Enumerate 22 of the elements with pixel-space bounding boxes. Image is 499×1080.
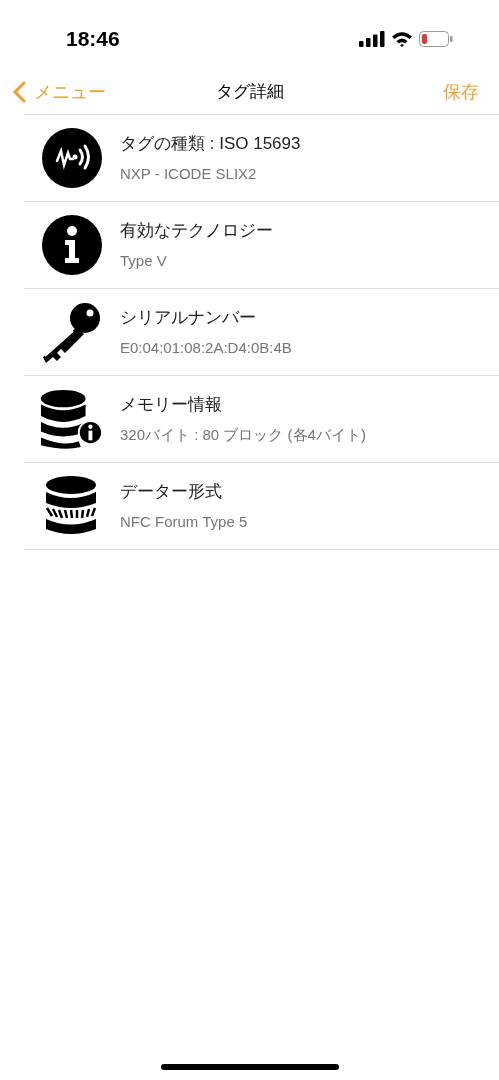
row-title: タグの種類 : ISO 15693 [120, 133, 301, 155]
row-title: メモリー情報 [120, 394, 223, 416]
row-title: シリアルナンバー [120, 307, 257, 329]
row-title: 有効なテクノロジー [120, 220, 273, 242]
battery-icon [419, 31, 453, 47]
row-subtitle: NFC Forum Type 5 [120, 511, 248, 532]
chevron-left-icon [12, 81, 26, 103]
nfc-icon [41, 127, 103, 189]
row-subtitle: NXP - ICODE SLIX2 [120, 163, 258, 184]
wifi-icon [391, 31, 413, 47]
info-icon [41, 214, 103, 276]
back-button[interactable]: メニュー [12, 78, 106, 106]
row-subtitle: E0:04:01:08:2A:D4:0B:4B [120, 337, 292, 358]
screen-title: タグ詳細 [215, 81, 284, 104]
save-button[interactable]: 保存 [443, 78, 487, 106]
status-time: 18:46 [66, 26, 120, 53]
row-subtitle: Type V [120, 250, 168, 271]
key-icon [41, 301, 103, 363]
row-title: データー形式 [120, 481, 223, 503]
database-info-icon [40, 388, 104, 450]
row-subtitle: 320バイト : 80 ブロック (各4バイト) [120, 424, 366, 445]
signal-icon [359, 31, 385, 47]
